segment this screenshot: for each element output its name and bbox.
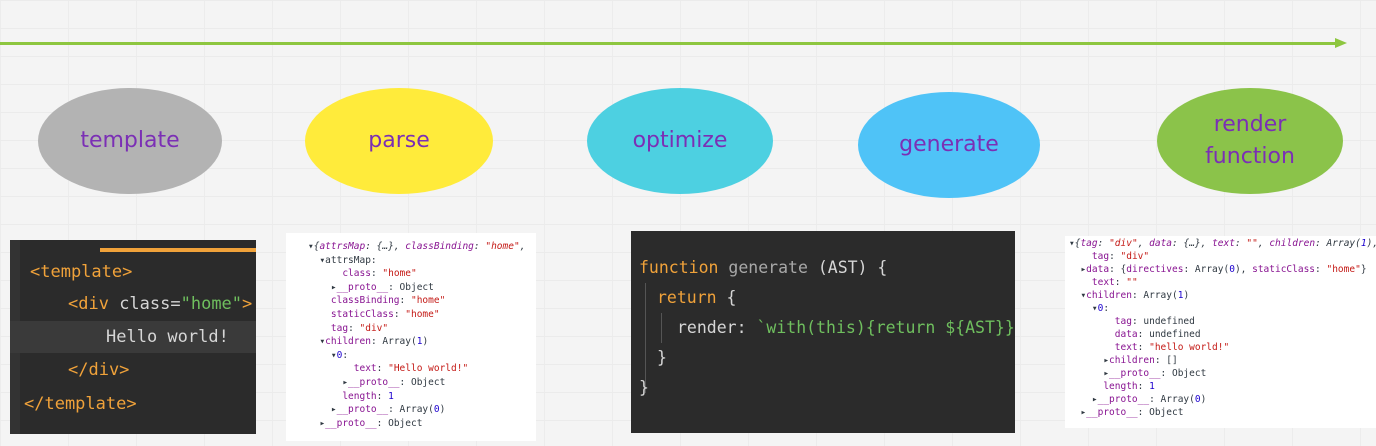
tree-row: tag: undefined [1114,316,1195,327]
code-line: function generate (AST) { [639,253,887,283]
parse-ast-panel: ▾{attrsMap: {…}, classBinding: "home", ▾… [286,233,536,441]
stage-generate: generate [858,92,1040,198]
tree-row: ▸data: {directives: Array(0), staticClas… [1069,264,1367,275]
tree-row: ▾attrsMap: [308,254,377,266]
tree-row: ▾{tag: "div", data: {…}, text: "", child… [1069,238,1376,249]
tree-row: ▸__proto__: Object [1069,407,1184,418]
code-token: > [242,294,253,314]
stage-label: template [80,128,180,153]
code-token: Hello world! [106,327,229,347]
stage-template: template [38,88,222,194]
code-token: </template> [24,394,137,414]
tree-row: ▸__proto__: Array(0) [308,404,446,416]
stage-parse: parse [305,88,493,194]
template-code-panel: <template> <div class="home"> Hello worl… [10,240,256,434]
code-token: return [657,288,717,307]
stage-label: optimize [632,128,728,153]
tree-row: ▸__proto__: Array(0) [1069,394,1207,405]
stage-optimize: optimize [587,88,773,194]
tree-row: ▾children: Array(1) [308,336,429,348]
code-token: <div [68,294,109,314]
stage-label: render function [1205,112,1295,169]
tree-row: text: "hello world!" [1114,342,1230,353]
tree-row: data: undefined [1114,329,1201,340]
flow-arrow-line [0,42,1338,45]
code-line: return { [657,283,736,313]
code-line: <div class="home"> [10,288,256,320]
code-token: </div> [68,360,130,380]
tree-row: ▾0: [308,349,349,361]
code-line: Hello world! [10,321,256,353]
code-token: render: [677,318,757,337]
tree-row: ▸__proto__: Object [308,281,434,293]
tree-row: ▾children: Array(1) [1069,290,1190,301]
code-token: generate [718,258,808,277]
flow-arrow-head [1335,38,1347,48]
tree-row: ▾0: [1069,303,1110,314]
code-line: } [657,343,667,373]
code-line: </template> [10,388,256,420]
tree-row: text: "" [1091,277,1138,288]
code-line: <template> [10,256,256,288]
code-token: } [639,378,649,397]
code-line: render: `with(this){return ${AST}}`, [677,313,1015,343]
editor-tab-indicator [100,248,256,252]
tree-row: ▸children: [] [1069,355,1178,366]
stage-label: generate [899,132,999,157]
tree-row: text: "Hello world!" [353,363,469,375]
code-token: function [639,258,719,277]
code-token: <template> [30,262,133,282]
tree-row: classBinding: "home" [330,295,446,307]
indent-guide [661,313,662,343]
tree-row: class: "home" [342,268,417,280]
tree-row: tag: "div" [1091,251,1150,262]
code-line: } [639,373,649,403]
tree-row: ▸__proto__: Object [308,377,446,388]
code-token: `with(this){return ${AST}}`, [756,318,1015,337]
generate-code-panel: function generate (AST) { return { rende… [631,231,1015,433]
code-line: </div> [10,354,256,386]
code-token: "home" [180,294,243,314]
code-token: { [716,288,737,307]
tree-row: tag: "div" [330,322,389,334]
tree-row: ▸__proto__: Object [308,417,423,429]
code-token: } [657,348,667,367]
stage-render-function: render function [1157,88,1343,194]
tree-row: length: 1 [342,390,394,402]
tree-row: length: 1 [1103,381,1155,392]
render-vnode-panel: ▾{tag: "div", data: {…}, text: "", child… [1065,236,1376,428]
stage-label: parse [368,128,430,153]
tree-row: staticClass: "home" [330,309,440,320]
code-token: (AST) { [807,258,888,277]
code-token: class= [108,294,181,314]
tree-row: ▸__proto__: Object [1069,368,1207,379]
tree-row: ▾{attrsMap: {…}, classBinding: "home", [308,241,526,252]
